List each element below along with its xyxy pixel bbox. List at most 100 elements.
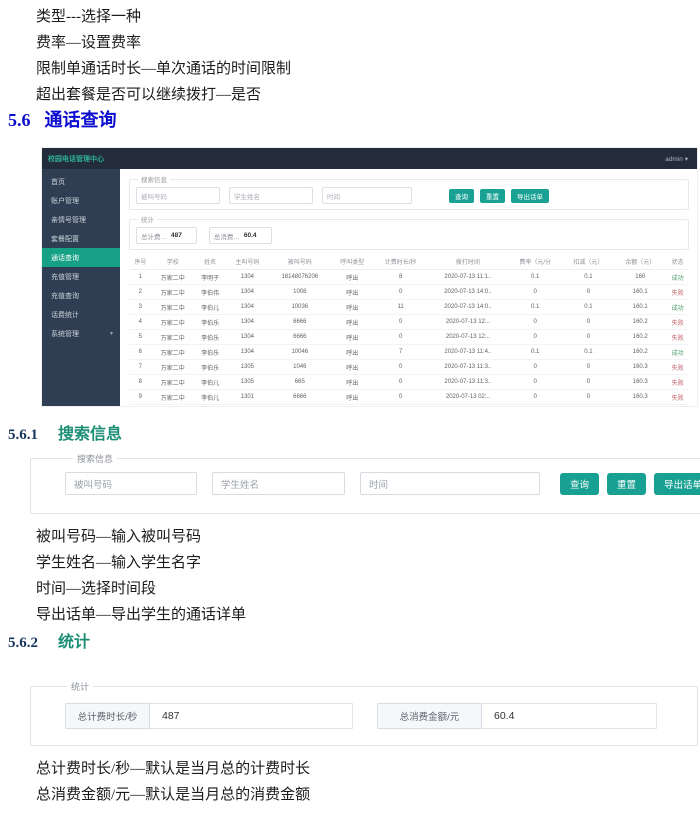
column-header: 学校: [152, 254, 194, 270]
table-cell: 1304: [226, 315, 268, 330]
table-cell: 0.1: [508, 270, 563, 285]
table-cell: 李伯儿: [194, 390, 226, 405]
button-查询[interactable]: 查询: [449, 189, 474, 203]
stats-panel: 统计 总计费…487总消费…60.4: [129, 214, 689, 250]
column-header: 被叫号码: [268, 254, 331, 270]
table-cell: 2020-07-13 12:..: [428, 330, 508, 345]
sidebar-item-套餐配置[interactable]: 套餐配置: [42, 229, 120, 248]
stats-groups-row: 总计费时长/秒487总消费金额/元60.4: [65, 703, 685, 729]
search-fieldset-legend: 搜索信息: [73, 452, 117, 465]
column-header: 姓名: [194, 254, 226, 270]
column-header: 呼叫类型: [331, 254, 373, 270]
app-header: 校园电话管理中心 admin ▾: [42, 148, 697, 169]
table-cell: 5: [129, 330, 152, 345]
column-header: 扣减（元）: [562, 254, 614, 270]
table-cell: 呼出: [331, 360, 373, 375]
table-cell: 160: [614, 270, 666, 285]
search-field-学生姓名[interactable]: 学生姓名: [229, 187, 313, 204]
sidebar-item-话费统计[interactable]: 话费统计: [42, 305, 120, 324]
table-cell: 2020-07-13 11:3..: [428, 360, 508, 375]
table-cell: 失败: [666, 405, 689, 407]
field-label: 时间: [323, 191, 340, 201]
table-cell: 160.3: [614, 375, 666, 390]
button-导出话单[interactable]: 导出话单: [511, 189, 549, 203]
table-cell: 10046: [268, 345, 331, 360]
sidebar-item-充值管理[interactable]: 充值管理: [42, 267, 120, 286]
table-cell: 6666: [268, 330, 331, 345]
table-cell: 665: [268, 375, 331, 390]
search-field-descriptions: 被叫号码—输入被叫号码学生姓名—输入学生名字时间—选择时间段导出话单—导出学生的…: [36, 524, 246, 628]
table-row: 5万家二中李伯乐13046666呼出02020-07-13 12:..00160…: [129, 330, 689, 345]
stat-总消费…: 总消费…60.4: [209, 227, 272, 244]
stats-row: 总计费…487总消费…60.4: [136, 227, 682, 244]
stats-fieldset: 统计 总计费时长/秒487总消费金额/元60.4: [30, 680, 698, 746]
column-header: 主叫号码: [226, 254, 268, 270]
sidebar-item-label: 话费统计: [51, 310, 79, 320]
search-field-被叫号码[interactable]: 被叫号码: [65, 472, 197, 495]
field-label: 学生姓名: [213, 477, 259, 491]
table-cell: 160.2: [614, 315, 666, 330]
user-menu[interactable]: admin ▾: [665, 155, 697, 163]
stats-fieldset-legend: 统计: [67, 680, 93, 693]
sidebar-item-系统管理[interactable]: 系统管理▾: [42, 324, 120, 343]
search-panel: 搜索信息 被叫号码学生姓名时间查询重置导出话单: [129, 174, 689, 210]
table-cell: 1046: [268, 360, 331, 375]
button-查询[interactable]: 查询: [560, 473, 599, 495]
table-cell: 0.1: [508, 300, 563, 315]
table-cell: 万家二中: [152, 360, 194, 375]
table-cell: 6666: [268, 315, 331, 330]
button-重置[interactable]: 重置: [607, 473, 646, 495]
table-cell: 万家二中: [152, 405, 194, 407]
call-records-table: 序号学校姓名主叫号码被叫号码呼叫类型计费时长/秒拨打时间费率（元/分扣减（元）余…: [129, 254, 689, 406]
sidebar-item-label: 亲情号管理: [51, 215, 86, 225]
table-cell: 0: [562, 330, 614, 345]
sidebar-item-通话查询[interactable]: 通话查询: [42, 248, 120, 267]
table-cell: 万家二中: [152, 375, 194, 390]
table-cell: 0: [508, 315, 563, 330]
sidebar-item-账户管理[interactable]: 账户管理: [42, 191, 120, 210]
table-cell: 万家二中: [152, 330, 194, 345]
search-field-学生姓名[interactable]: 学生姓名: [212, 472, 345, 495]
field-label: 被叫号码: [66, 477, 112, 491]
sidebar-item-亲情号管理[interactable]: 亲情号管理: [42, 210, 120, 229]
table-cell: 2020-07-13 14:0..: [428, 300, 508, 315]
table-cell: 失败: [666, 285, 689, 300]
admin-ui-screenshot: 校园电话管理中心 admin ▾ 首页账户管理亲情号管理套餐配置通话查询充值管理…: [42, 148, 697, 406]
sidebar-item-首页[interactable]: 首页: [42, 172, 120, 191]
sidebar-item-label: 通话查询: [51, 253, 79, 263]
stat-group-总计费时长/秒: 总计费时长/秒487: [65, 703, 353, 729]
table-cell: 7: [129, 360, 152, 375]
table-cell: 万家二中: [152, 285, 194, 300]
table-cell: 0: [508, 405, 563, 407]
table-cell: 呼出: [331, 270, 373, 285]
section-title: 通话查询: [45, 110, 117, 130]
table-cell: 1304: [226, 285, 268, 300]
intro-paragraph: 类型---选择一种费率—设置费率限制单通话时长—单次通话的时间限制超出套餐是否可…: [36, 4, 291, 108]
search-field-被叫号码[interactable]: 被叫号码: [136, 187, 220, 204]
table-row: 4万家二中李伯乐13046666呼出02020-07-13 12:..00160…: [129, 315, 689, 330]
field-label: 时间: [361, 477, 388, 491]
table-row: 2万家二中李伯伟13041008呼出02020-07-13 14:0..0016…: [129, 285, 689, 300]
table-cell: 160.3: [614, 405, 666, 407]
table-cell: 160.3: [614, 390, 666, 405]
doc-line: 超出套餐是否可以继续拨打—是否: [36, 82, 291, 108]
sidebar-item-充值查询[interactable]: 充值查询: [42, 286, 120, 305]
section-number: 5.6.1: [8, 427, 38, 443]
button-导出话单[interactable]: 导出话单: [654, 473, 700, 495]
table-cell: 1304: [226, 270, 268, 285]
table-cell: 1305: [226, 360, 268, 375]
button-重置[interactable]: 重置: [480, 189, 505, 203]
doc-line: 导出话单—导出学生的通话详单: [36, 602, 246, 628]
search-field-时间[interactable]: 时间: [322, 187, 412, 204]
table-row: 8万家二中李伯儿1305665呼出02020-07-13 11:3..00160…: [129, 375, 689, 390]
table-cell: 9: [129, 390, 152, 405]
table-cell: 李伯乐: [194, 315, 226, 330]
content-area: 搜索信息 被叫号码学生姓名时间查询重置导出话单 统计 总计费…487总消费…60…: [120, 169, 697, 406]
table-cell: 失败: [666, 390, 689, 405]
sidebar-item-label: 账户管理: [51, 196, 79, 206]
search-field-时间[interactable]: 时间: [360, 472, 540, 495]
table-cell: 李伯乐: [194, 330, 226, 345]
table-cell: 1301: [226, 405, 268, 407]
section-number: 5.6: [8, 110, 31, 130]
field-label: 被叫号码: [137, 191, 167, 201]
